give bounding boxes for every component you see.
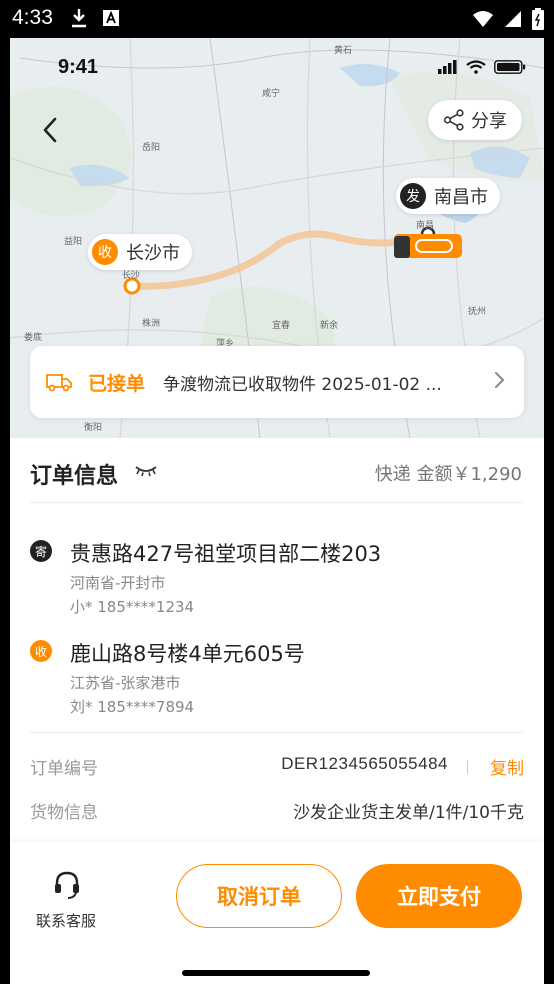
app-screen: 黄石 咸宁 岳阳 益阳 长沙 株洲 宜春 新余 南昌 抚州 萍乡 娄底 衡阳 9… [10, 38, 544, 984]
font-icon [103, 10, 119, 26]
map-label: 抚州 [468, 307, 487, 317]
order-number-label: 订单编号 [30, 759, 98, 779]
origin-city-name: 南昌市 [434, 187, 488, 208]
chevron-left-icon [43, 117, 57, 143]
chevron-right-icon [495, 372, 505, 388]
receiver-address: 鹿山路8号楼4单元605号 [70, 642, 305, 666]
receiver-region: 江苏省-张家港市 [70, 674, 181, 692]
battery-icon [532, 8, 544, 30]
origin-badge: 发 [400, 183, 426, 209]
share-icon [443, 109, 464, 131]
app-time: 9:41 [58, 56, 99, 78]
home-indicator[interactable] [182, 970, 370, 976]
signal-icon [505, 11, 521, 27]
wifi-icon [466, 60, 486, 74]
truck-icon [46, 374, 72, 392]
destination-badge: 收 [92, 239, 118, 265]
map-label: 咸宁 [262, 89, 281, 99]
status-description: 争渡物流已收取物件 2025-01-02 ... [163, 374, 442, 395]
order-info-title: 订单信息 [30, 464, 119, 489]
sender-region: 河南省-开封市 [70, 574, 166, 592]
share-button[interactable]: 分享 [428, 100, 522, 140]
system-status-bar: 4:33 [0, 0, 554, 38]
cancel-order-button[interactable]: 取消订单 [176, 864, 342, 928]
customer-service-label: 联系客服 [36, 912, 97, 930]
shipment-status-card[interactable]: 已接单 争渡物流已收取物件 2025-01-02 ... [30, 346, 524, 418]
wifi-icon [473, 11, 493, 27]
goods-info-value: 沙发企业货主发单/1件/10千克 [293, 803, 524, 823]
bottom-action-bar: 联系客服 取消订单 立即支付 [10, 842, 544, 984]
map-label: 益阳 [64, 237, 83, 247]
map-label: 南昌 [416, 221, 435, 231]
map-label: 宜春 [272, 321, 291, 331]
divider [30, 502, 524, 503]
share-label: 分享 [471, 111, 507, 132]
back-button[interactable] [34, 114, 66, 146]
map-label: 黄石 [334, 46, 353, 56]
route-map[interactable]: 黄石 咸宁 岳阳 益阳 长沙 株洲 宜春 新余 南昌 抚州 萍乡 娄底 衡阳 9… [10, 38, 544, 438]
order-amount: 快递 金额￥1,290 [374, 464, 522, 485]
download-icon [72, 9, 86, 28]
pay-now-button[interactable]: 立即支付 [356, 864, 522, 928]
cellular-icon [438, 60, 457, 74]
divider [30, 732, 524, 733]
receiver-contact: 刘* 185****7894 [70, 698, 195, 716]
headset-icon [55, 871, 79, 899]
map-label: 新余 [320, 321, 339, 331]
receiver-badge: 收 [30, 640, 52, 662]
status-badge: 已接单 [88, 372, 146, 395]
goods-info-row: 货物信息 沙发企业货主发单/1件/10千克 [30, 796, 524, 826]
sender-address: 贵惠路427号祖堂项目部二楼203 [70, 542, 382, 566]
map-label: 娄底 [24, 333, 43, 343]
destination-city-pill: 收 长沙市 [88, 234, 192, 270]
eye-closed-icon[interactable] [134, 464, 158, 478]
map-label: 岳阳 [142, 143, 161, 153]
order-number: DER1234565055484 [281, 754, 448, 773]
customer-service-button[interactable]: 联系客服 [30, 868, 106, 938]
order-info-section: 订单信息 快递 金额￥1,290 寄 贵惠路427号祖堂项目部二楼203 河南省… [10, 438, 544, 842]
truck-marker-icon [394, 234, 462, 258]
origin-city-pill: 发 南昌市 [396, 178, 500, 214]
destination-city-name: 长沙市 [126, 243, 180, 264]
map-label: 株洲 [142, 319, 161, 329]
order-number-row: 订单编号 DER1234565055484 复制 [30, 752, 524, 782]
copy-button[interactable]: 复制 [490, 754, 524, 779]
system-time: 4:33 [12, 6, 53, 29]
destination-marker [123, 277, 141, 295]
sender-contact: 小* 185****1234 [70, 598, 195, 616]
goods-info-label: 货物信息 [30, 803, 98, 823]
app-status-bar: 9:41 [10, 56, 544, 84]
sender-badge: 寄 [30, 540, 52, 562]
battery-icon [494, 60, 526, 74]
map-label: 衡阳 [84, 423, 103, 433]
